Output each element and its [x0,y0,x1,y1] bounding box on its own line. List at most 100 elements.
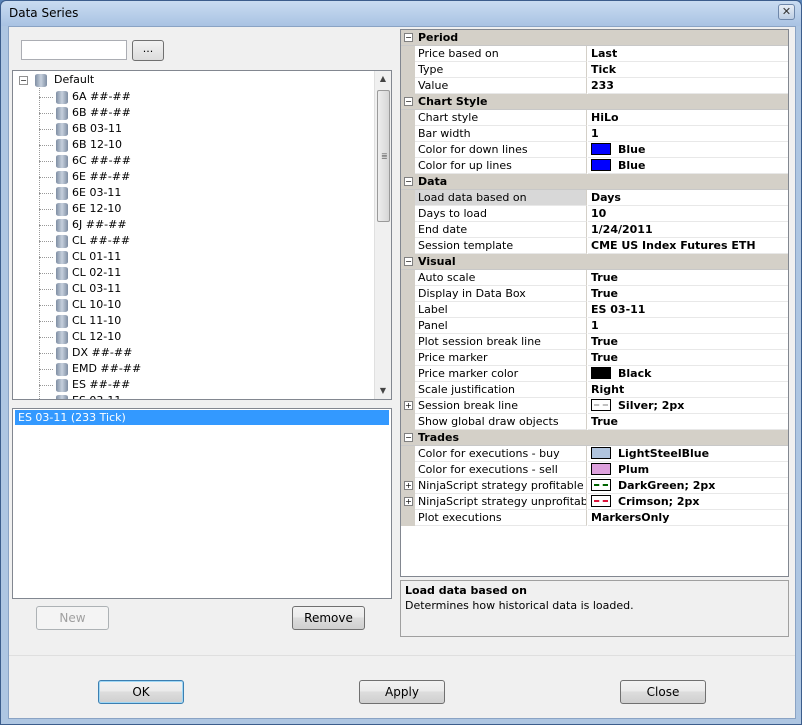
scroll-down-icon[interactable]: ▼ [375,383,391,399]
collapse-icon[interactable]: − [404,177,413,186]
tree-item[interactable]: DX ##-## [39,345,141,361]
tree-scrollbar[interactable]: ▲ = = ▼ [374,71,391,399]
tree-item[interactable]: CL 12-10 [39,329,141,345]
property-row[interactable]: Panel 1 [401,318,788,334]
property-row[interactable]: Color for executions - sell Plum [401,462,788,478]
property-value[interactable]: True [588,334,788,350]
collapse-icon[interactable]: − [404,33,413,42]
property-row[interactable]: Type Tick [401,62,788,78]
property-row[interactable]: Display in Data Box True [401,286,788,302]
collapse-icon[interactable]: − [404,257,413,266]
property-row[interactable]: Color for down lines Blue [401,142,788,158]
property-value[interactable]: True [588,350,788,366]
scrollbar-thumb[interactable]: = = [377,90,390,222]
tree-item[interactable]: 6B 03-11 [39,121,141,137]
collapse-icon[interactable]: − [19,75,28,85]
tree-item[interactable]: CL ##-## [39,233,141,249]
property-row[interactable]: End date 1/24/2011 [401,222,788,238]
property-row[interactable]: Color for executions - buy LightSteelBlue [401,446,788,462]
tree-item[interactable]: EMD ##-## [39,361,141,377]
property-value[interactable]: ES 03-11 [588,302,788,318]
tree-item[interactable]: 6B 12-10 [39,137,141,153]
property-row[interactable]: Color for up lines Blue [401,158,788,174]
tree-item[interactable]: CL 03-11 [39,281,141,297]
tree-item[interactable]: 6E ##-## [39,169,141,185]
property-row[interactable]: Label ES 03-11 [401,302,788,318]
property-row[interactable]: +NinjaScript strategy profitable trac Dar… [401,478,788,494]
category-header[interactable]: − Period [401,30,788,46]
selected-series-list[interactable]: ES 03-11 (233 Tick) [12,408,392,599]
property-row[interactable]: Days to load 10 [401,206,788,222]
property-row[interactable]: Scale justification Right [401,382,788,398]
category-header[interactable]: − Visual [401,254,788,270]
expand-icon[interactable]: + [404,401,413,410]
property-value[interactable]: DarkGreen; 2px [588,478,788,494]
property-row[interactable]: Plot executions MarkersOnly [401,510,788,526]
property-row[interactable]: Load data based on Days [401,190,788,206]
tree-item[interactable]: CL 10-10 [39,297,141,313]
property-value[interactable]: HiLo [588,110,788,126]
property-value[interactable]: 10 [588,206,788,222]
tree-item[interactable]: 6C ##-## [39,153,141,169]
property-row[interactable]: Auto scale True [401,270,788,286]
property-value[interactable]: 1 [588,318,788,334]
property-value[interactable]: True [588,270,788,286]
tree-root-node[interactable]: − Default [19,73,94,89]
property-value[interactable]: MarkersOnly [588,510,788,526]
tree-item[interactable]: 6J ##-## [39,217,141,233]
property-value[interactable]: Black [588,366,788,382]
close-window-button[interactable]: ✕ [778,4,795,20]
property-value[interactable]: Crimson; 2px [588,494,788,510]
property-value[interactable]: 233 [588,78,788,94]
tree-item[interactable]: 6E 03-11 [39,185,141,201]
collapse-icon[interactable]: − [404,97,413,106]
property-value[interactable]: Silver; 2px [588,398,788,414]
tree-item[interactable]: CL 02-11 [39,265,141,281]
property-row[interactable]: Price marker True [401,350,788,366]
instrument-search-input[interactable] [21,40,127,60]
property-value[interactable]: LightSteelBlue [588,446,788,462]
tree-item[interactable]: CL 01-11 [39,249,141,265]
remove-button[interactable]: Remove [292,606,365,630]
property-row[interactable]: Value 233 [401,78,788,94]
property-value[interactable]: Plum [588,462,788,478]
tree-item[interactable]: ES 03-11 [39,393,141,399]
property-value[interactable]: True [588,286,788,302]
ok-button[interactable]: OK [98,680,184,704]
property-row[interactable]: Show global draw objects True [401,414,788,430]
title-bar[interactable]: Data Series ✕ [1,1,801,26]
property-value[interactable]: Last [588,46,788,62]
property-row[interactable]: Bar width 1 [401,126,788,142]
expand-icon[interactable]: + [404,497,413,506]
close-button[interactable]: Close [620,680,706,704]
property-grid[interactable]: − Period Price based on Last Type Tick Value 23… [400,29,789,577]
property-value[interactable]: Blue [588,158,788,174]
tree-item[interactable]: 6E 12-10 [39,201,141,217]
property-value[interactable]: Blue [588,142,788,158]
expand-icon[interactable]: + [404,481,413,490]
category-header[interactable]: − Trades [401,430,788,446]
tree-item[interactable]: 6A ##-## [39,89,141,105]
tree-item[interactable]: 6B ##-## [39,105,141,121]
new-button[interactable]: New [36,606,109,630]
property-row[interactable]: Chart style HiLo [401,110,788,126]
category-header[interactable]: − Chart Style [401,94,788,110]
tree-item[interactable]: CL 11-10 [39,313,141,329]
property-row[interactable]: Plot session break line True [401,334,788,350]
property-value[interactable]: Right [588,382,788,398]
browse-button[interactable]: ... [132,40,164,61]
scroll-up-icon[interactable]: ▲ [375,71,391,87]
category-header[interactable]: − Data [401,174,788,190]
selected-series-item[interactable]: ES 03-11 (233 Tick) [15,410,389,425]
property-row[interactable]: +NinjaScript strategy unprofitable tr Cri… [401,494,788,510]
property-value[interactable]: Days [588,190,788,206]
property-value[interactable]: 1 [588,126,788,142]
apply-button[interactable]: Apply [359,680,445,704]
property-row[interactable]: + Session break line Silver; 2px [401,398,788,414]
property-value[interactable]: 1/24/2011 [588,222,788,238]
property-value[interactable]: Tick [588,62,788,78]
property-value[interactable]: CME US Index Futures ETH [588,238,788,254]
tree-item[interactable]: ES ##-## [39,377,141,393]
property-row[interactable]: Price marker color Black [401,366,788,382]
property-row[interactable]: Price based on Last [401,46,788,62]
